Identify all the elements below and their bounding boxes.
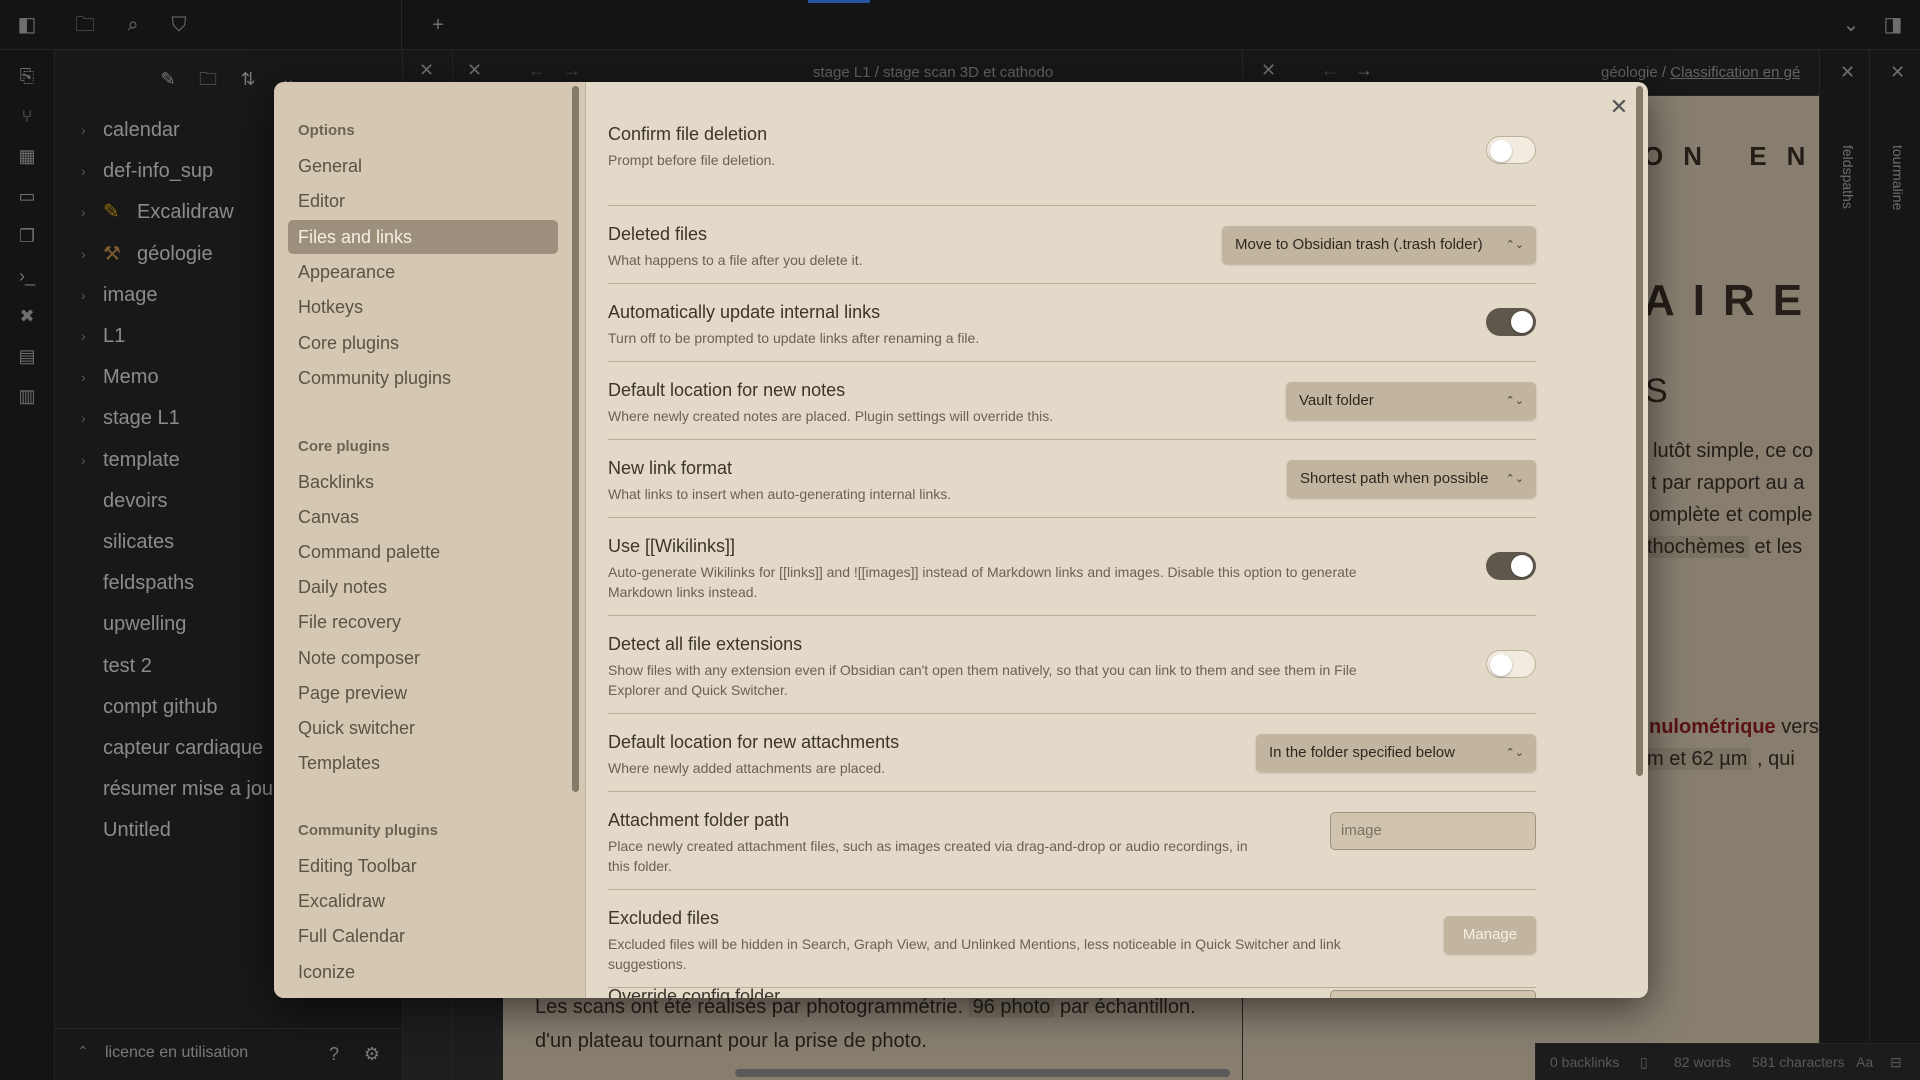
setting-confirm-deletion: Confirm file deletion Prompt before file… xyxy=(608,102,1536,206)
setting-desc: Turn off to be prompted to update links … xyxy=(608,330,980,346)
nav-item-core-plugins[interactable]: Core plugins xyxy=(288,326,558,360)
setting-wikilinks: Use [[Wikilinks]] Auto-generate Wikilink… xyxy=(608,518,1536,616)
setting-attachment-location: Default location for new attachments Whe… xyxy=(608,714,1536,792)
nav-item-editing-toolbar[interactable]: Editing Toolbar xyxy=(288,849,558,883)
nav-item-backlinks[interactable]: Backlinks xyxy=(288,465,558,499)
setting-name: New link format xyxy=(608,458,733,478)
default-location-dropdown[interactable]: Vault folder ⌃⌄ xyxy=(1286,382,1536,420)
setting-name: Use [[Wikilinks]] xyxy=(608,536,736,556)
setting-desc: Prompt before file deletion. xyxy=(608,152,776,168)
nav-header-community-plugins: Community plugins xyxy=(298,822,438,839)
nav-item-hotkeys[interactable]: Hotkeys xyxy=(288,290,558,324)
dropdown-value: Shortest path when possible xyxy=(1300,470,1489,487)
new-link-format-dropdown[interactable]: Shortest path when possible ⌃⌄ xyxy=(1287,460,1536,498)
dropdown-value: In the folder specified below xyxy=(1269,744,1455,761)
wikilinks-toggle[interactable] xyxy=(1486,552,1536,580)
nav-item-general[interactable]: General xyxy=(288,149,558,183)
setting-desc-line2: this folder. xyxy=(608,858,672,874)
nav-item-templates[interactable]: Templates xyxy=(288,746,558,780)
setting-desc-line2: suggestions. xyxy=(608,956,687,972)
setting-name: Excluded files xyxy=(608,908,720,928)
setting-name: Deleted files xyxy=(608,224,708,244)
setting-excluded-files: Excluded files Excluded files will be hi… xyxy=(608,890,1536,988)
setting-auto-update-links: Automatically update internal links Turn… xyxy=(608,284,1536,362)
settings-modal: Options General Editor Files and links Appe… xyxy=(274,82,1648,998)
setting-desc-line1: Excluded files will be hidden in Search,… xyxy=(608,936,1341,952)
nav-item-file-recovery[interactable]: File recovery xyxy=(288,605,558,639)
setting-name: Confirm file deletion xyxy=(608,124,768,144)
settings-nav: Options General Editor Files and links Appe… xyxy=(274,82,586,998)
setting-desc: What happens to a file after you delete … xyxy=(608,252,863,268)
setting-desc-line2: Explorer and Quick Switcher. xyxy=(608,682,788,698)
setting-new-link-format: New link format What links to insert whe… xyxy=(608,440,1536,518)
setting-default-location: Default location for new notes Where new… xyxy=(608,362,1536,440)
auto-update-links-toggle[interactable] xyxy=(1486,308,1536,336)
toggle-knob xyxy=(1511,311,1533,333)
detect-extensions-toggle[interactable] xyxy=(1486,650,1536,678)
nav-item-excalidraw[interactable]: Excalidraw xyxy=(288,884,558,918)
setting-attachment-path: Attachment folder path Place newly creat… xyxy=(608,792,1536,890)
setting-name: Attachment folder path xyxy=(608,810,790,830)
setting-desc-line1: Place newly created attachment files, su… xyxy=(608,838,1248,854)
setting-name: Automatically update internal links xyxy=(608,302,881,322)
nav-item-community-plugins[interactable]: Community plugins xyxy=(288,361,558,395)
toggle-knob xyxy=(1511,555,1533,577)
toggle-knob xyxy=(1490,654,1512,676)
toggle-knob xyxy=(1490,140,1512,162)
chevron-updown-icon: ⌃⌄ xyxy=(1505,473,1524,485)
nav-header-core-plugins: Core plugins xyxy=(298,438,390,455)
nav-scrollbar[interactable] xyxy=(572,86,579,792)
nav-item-iconize[interactable]: Iconize xyxy=(288,955,558,989)
nav-item-command-palette[interactable]: Command palette xyxy=(288,535,558,569)
nav-item-full-calendar[interactable]: Full Calendar xyxy=(288,919,558,953)
attachment-path-input[interactable]: image xyxy=(1330,812,1536,850)
setting-desc: What links to insert when auto-generatin… xyxy=(608,486,952,502)
nav-item-daily-notes[interactable]: Daily notes xyxy=(288,570,558,604)
chevron-updown-icon: ⌃⌄ xyxy=(1505,395,1524,407)
nav-item-files-and-links[interactable]: Files and links xyxy=(288,219,558,254)
setting-desc-line2: Markdown links instead. xyxy=(608,584,758,600)
setting-desc-line1: Auto-generate Wikilinks for [[links]] an… xyxy=(608,564,1357,580)
setting-desc: Where newly created notes are placed. Pl… xyxy=(608,408,1054,424)
nav-item-appearance[interactable]: Appearance xyxy=(288,255,558,289)
close-icon[interactable]: ✕ xyxy=(1606,94,1632,120)
setting-override-config: Override config folder xyxy=(608,986,1536,998)
nav-item-editor[interactable]: Editor xyxy=(288,184,558,218)
dropdown-value: Move to Obsidian trash (.trash folder) xyxy=(1235,236,1483,253)
nav-header-options: Options xyxy=(298,122,355,139)
setting-deleted-files: Deleted files What happens to a file aft… xyxy=(608,206,1536,284)
deleted-files-dropdown[interactable]: Move to Obsidian trash (.trash folder) ⌃⌄ xyxy=(1222,226,1536,264)
settings-scrollbar[interactable] xyxy=(1636,86,1643,776)
nav-item-note-composer[interactable]: Note composer xyxy=(288,641,558,675)
nav-item-page-preview[interactable]: Page preview xyxy=(288,676,558,710)
nav-item-quick-switcher[interactable]: Quick switcher xyxy=(288,711,558,745)
nav-item-canvas[interactable]: Canvas xyxy=(288,500,558,534)
confirm-deletion-toggle[interactable] xyxy=(1486,136,1536,164)
attachment-location-dropdown[interactable]: In the folder specified below ⌃⌄ xyxy=(1256,734,1536,772)
setting-name: Default location for new attachments xyxy=(608,732,900,752)
setting-desc-line1: Show files with any extension even if Ob… xyxy=(608,662,1357,678)
setting-detect-extensions: Detect all file extensions Show files wi… xyxy=(608,616,1536,714)
chevron-updown-icon: ⌃⌄ xyxy=(1505,239,1524,251)
setting-desc: Where newly added attachments are placed… xyxy=(608,760,886,776)
manage-excluded-button[interactable]: Manage xyxy=(1444,916,1536,954)
override-config-input[interactable] xyxy=(1330,990,1536,998)
setting-name: Override config folder xyxy=(608,986,781,998)
chevron-updown-icon: ⌃⌄ xyxy=(1505,747,1524,759)
setting-name: Default location for new notes xyxy=(608,380,846,400)
setting-name: Detect all file extensions xyxy=(608,634,803,654)
dropdown-value: Vault folder xyxy=(1299,392,1374,409)
